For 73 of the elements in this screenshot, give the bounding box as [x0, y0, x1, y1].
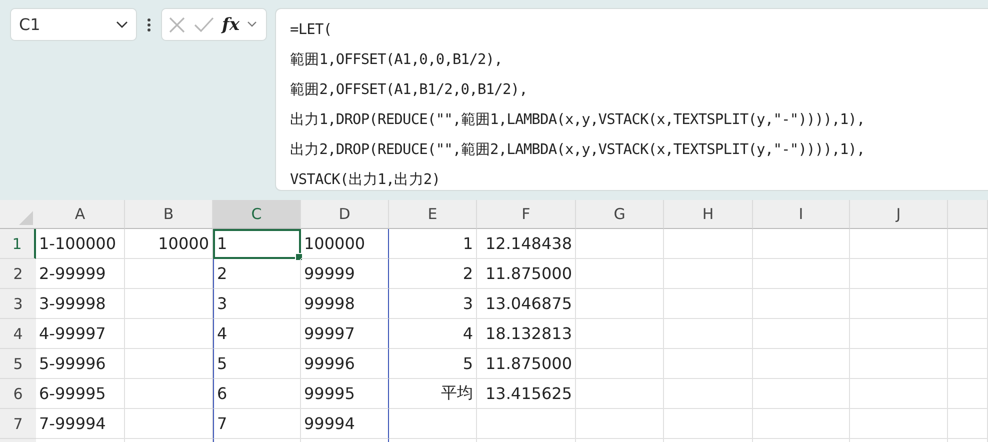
column-header[interactable]: G [576, 200, 664, 229]
table-cell: 10000 [125, 229, 213, 259]
table-cell: 13.046875 [477, 289, 576, 319]
table-cell: 3-99998 [36, 289, 125, 319]
table-cell: 99998 [301, 289, 389, 319]
table-cell: 99996 [301, 349, 389, 379]
formula-line: 範囲2,OFFSET(A1,B1/2,0,B1/2), [290, 81, 528, 100]
table-cell: 6-99995 [36, 379, 125, 409]
row-header[interactable]: 4 [0, 319, 36, 349]
name-box[interactable]: C1 [10, 8, 137, 41]
table-cell: 5-99996 [36, 349, 125, 379]
table-cell: 1-100000 [36, 229, 125, 259]
table-cell: 5 [213, 349, 301, 379]
table-cell: 99995 [301, 379, 389, 409]
table-cell: 3 [389, 289, 477, 319]
row-header[interactable]: 5 [0, 349, 36, 379]
table-cell: 100000 [301, 229, 389, 259]
table-cell: 7 [213, 409, 301, 439]
table-cell: 4 [213, 319, 301, 349]
table-cell: 2 [389, 259, 477, 289]
column-header[interactable]: D [301, 200, 389, 229]
column-header[interactable]: J [850, 200, 948, 229]
empty-cell [948, 349, 988, 379]
triangle-icon [19, 211, 33, 225]
table-cell: 4-99997 [36, 319, 125, 349]
checkmark-icon[interactable] [194, 16, 214, 32]
empty-cell [948, 259, 988, 289]
column-header[interactable]: B [125, 200, 213, 229]
table-cell: 6 [213, 379, 301, 409]
table-cell: 7-99994 [36, 409, 125, 439]
table-cell: 3 [213, 289, 301, 319]
column-header[interactable]: F [477, 200, 576, 229]
column-header[interactable]: H [664, 200, 753, 229]
column-header[interactable] [948, 200, 988, 229]
select-all-corner[interactable] [0, 200, 36, 229]
empty-cell [948, 319, 988, 349]
table-cell: 2-99999 [36, 259, 125, 289]
empty-cell [948, 229, 988, 259]
formula-line: VSTACK(出力1,出力2) [290, 171, 442, 190]
table-cell: 1 [213, 229, 301, 259]
column-header[interactable]: I [753, 200, 850, 229]
column-header[interactable]: C [213, 200, 301, 229]
table-cell: 11.875000 [477, 349, 576, 379]
table-cell: 5 [389, 349, 477, 379]
row-header[interactable]: 7 [0, 409, 36, 439]
more-options-icon[interactable] [147, 18, 151, 32]
empty-cell [948, 409, 988, 439]
row-header[interactable]: 6 [0, 379, 36, 409]
table-cell: 2 [213, 259, 301, 289]
chevron-down-icon [116, 20, 128, 28]
row-header[interactable]: 2 [0, 259, 36, 289]
table-cell: 1 [389, 229, 477, 259]
empty-cell [948, 289, 988, 319]
column-header[interactable]: A [36, 200, 125, 229]
row-header[interactable]: 3 [0, 289, 36, 319]
table-cell: 平均 [389, 379, 477, 409]
formula-line: 出力1,DROP(REDUCE("",範囲1,LAMBDA(x,y,VSTACK(x,TEXTSPLIT(y,"-")))),1), [290, 111, 866, 130]
row-header[interactable]: 1 [0, 229, 36, 259]
table-cell: 99994 [301, 409, 389, 439]
table-cell: 18.132813 [477, 319, 576, 349]
table-cell: 13.415625 [477, 379, 576, 409]
table-cell: 99999 [301, 259, 389, 289]
table-cell: 99997 [301, 319, 389, 349]
chevron-down-icon[interactable] [247, 21, 258, 28]
formula-line: 範囲1,OFFSET(A1,0,0,B1/2), [290, 51, 504, 70]
table-cell: 12.148438 [477, 229, 576, 259]
formula-bar[interactable] [275, 8, 988, 191]
formula-line: 出力2,DROP(REDUCE("",範囲2,LAMBDA(x,y,VSTACK(x,TEXTSPLIT(y,"-")))),1), [290, 141, 866, 160]
table-cell: 11.875000 [477, 259, 576, 289]
formula-line: =LET( [290, 21, 333, 40]
column-header[interactable]: E [389, 200, 477, 229]
empty-cell [948, 379, 988, 409]
table-cell: 4 [389, 319, 477, 349]
